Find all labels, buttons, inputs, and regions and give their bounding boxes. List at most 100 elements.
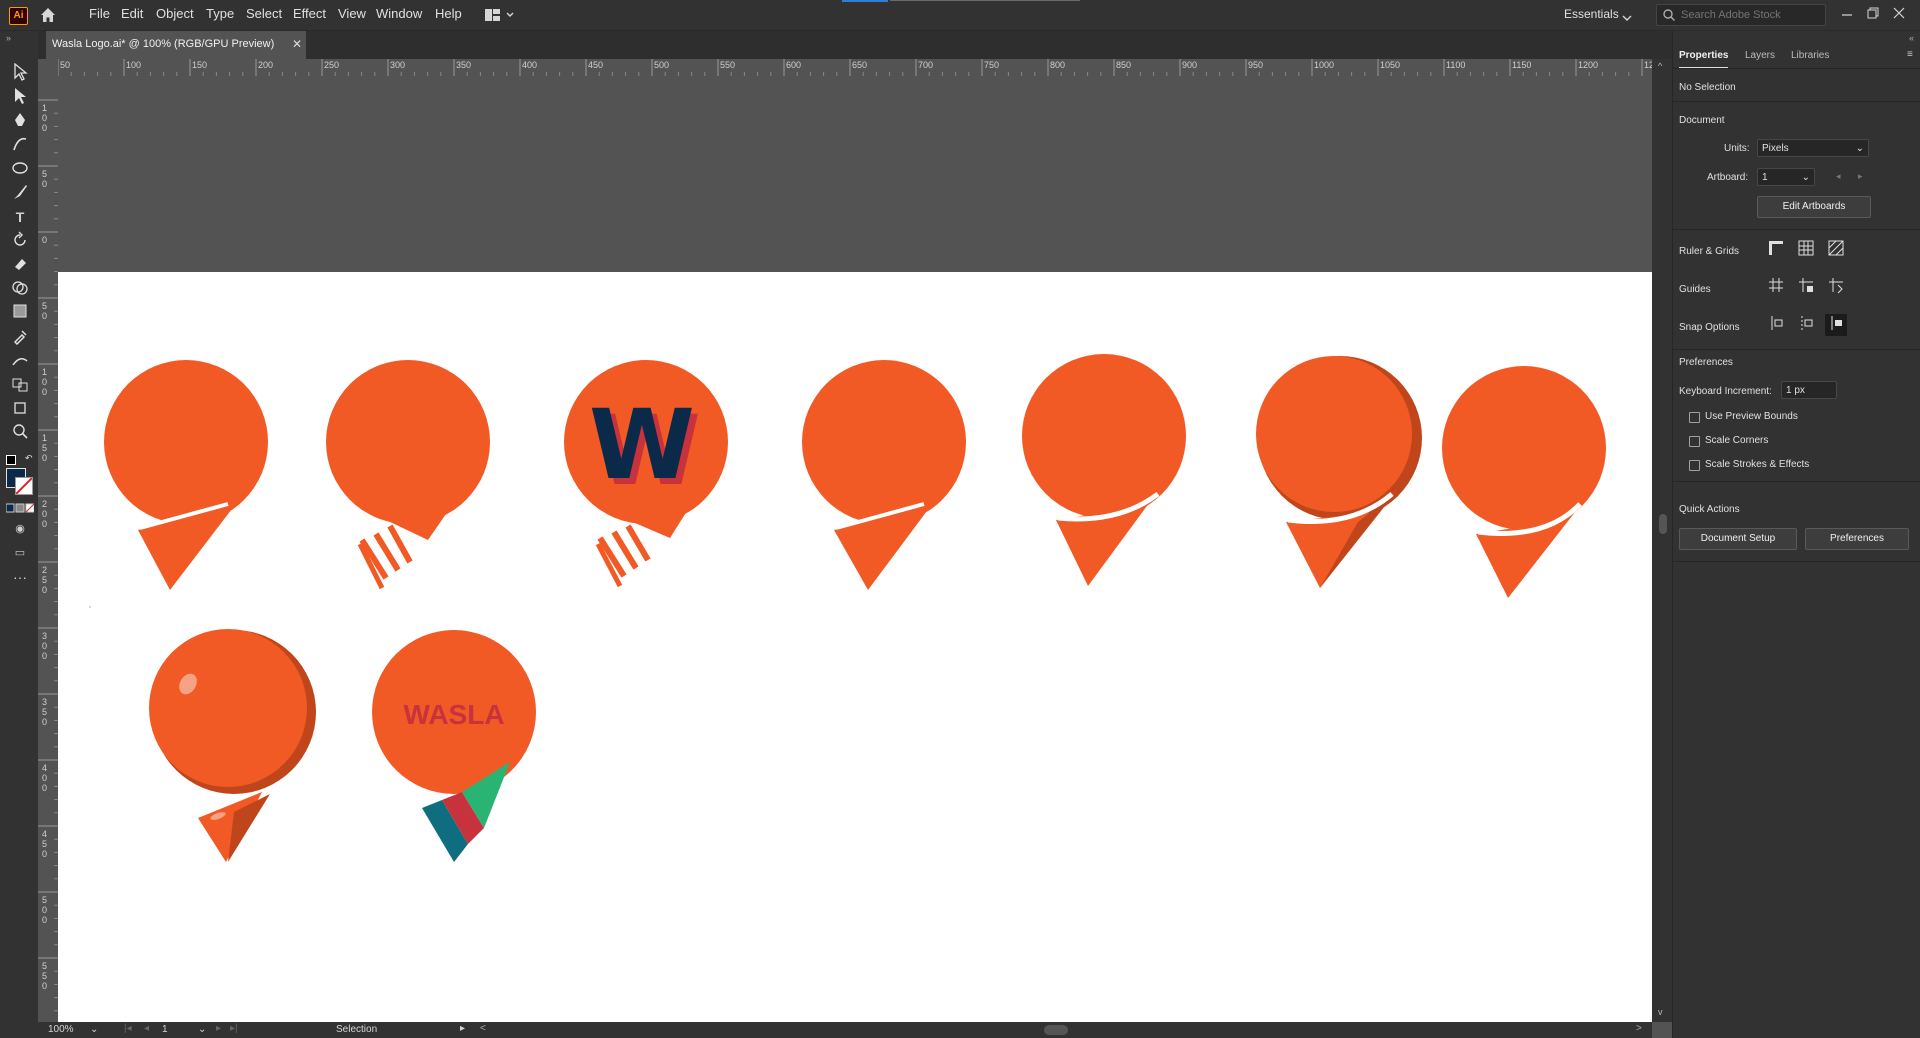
menu-help[interactable]: Help [435, 0, 462, 30]
logo-variant-9[interactable]: WASLA [372, 630, 536, 862]
artboard-number-field[interactable]: 1 ⌄ [156, 1023, 208, 1037]
logo-variant-5[interactable] [1022, 354, 1186, 586]
rotate-tool-icon[interactable] [9, 231, 31, 251]
menu-edit[interactable]: Edit [121, 0, 143, 30]
minimize-icon[interactable] [1840, 8, 1854, 22]
menu-type[interactable]: Type [206, 0, 234, 30]
color-mode-icons[interactable] [5, 500, 35, 513]
smart-guides-icon[interactable] [1825, 276, 1847, 298]
ruler-tick-label: 0 [42, 509, 47, 519]
snap-to-point-icon[interactable] [1765, 314, 1787, 336]
scale-strokes-label: Scale Strokes & Effects [1705, 459, 1810, 470]
use-preview-bounds-checkbox[interactable] [1689, 412, 1700, 423]
workspace-switcher[interactable]: Essentials [1564, 0, 1619, 30]
shape-builder-tool-icon[interactable] [9, 279, 31, 299]
last-artboard-icon[interactable]: ▸| [230, 1023, 238, 1034]
grid-icon[interactable] [1795, 239, 1817, 261]
menu-select[interactable]: Select [246, 0, 282, 30]
artboard-select[interactable]: 1 ⌄ [1757, 168, 1815, 186]
ellipse-tool-icon[interactable] [9, 159, 31, 179]
show-guides-icon[interactable] [1765, 276, 1787, 298]
keyboard-increment-field[interactable]: 1 px [1781, 381, 1837, 399]
scale-strokes-checkbox[interactable] [1689, 460, 1700, 471]
status-menu-arrow-icon[interactable]: ▸ [460, 1023, 465, 1034]
menu-view[interactable]: View [338, 0, 366, 30]
next-artboard-nav-icon[interactable]: ▸ [216, 1023, 221, 1034]
screen-mode-icon[interactable]: ▭ [9, 543, 31, 563]
paintbrush-tool-icon[interactable] [9, 183, 31, 203]
ruler-tick-label: 0 [42, 113, 47, 123]
logo-variant-2[interactable] [326, 360, 490, 590]
swap-colors-icon[interactable]: ↶ [25, 453, 35, 463]
logo-variant-3[interactable]: W W [564, 360, 728, 588]
logo-variant-6[interactable] [1256, 356, 1422, 588]
collapse-arrows-icon[interactable]: » [6, 33, 20, 43]
artboard[interactable]: W W WASLA [58, 272, 1652, 1022]
snap-to-pixel-icon[interactable] [1795, 314, 1817, 336]
scroll-left-icon[interactable]: < [480, 1023, 486, 1034]
chevron-down-icon[interactable] [1622, 10, 1632, 21]
vertical-scroll-thumb[interactable] [1659, 514, 1667, 534]
ruler-tick-label: 1050 [1380, 60, 1400, 70]
snap-to-glyph-icon[interactable] [1825, 314, 1847, 336]
logo-variant-1[interactable] [104, 360, 268, 590]
close-icon[interactable] [1892, 6, 1906, 20]
eraser-tool-icon[interactable] [9, 255, 31, 275]
blend-tool-icon[interactable] [9, 351, 31, 371]
type-tool-icon[interactable]: T [9, 207, 31, 227]
vertical-scrollbar[interactable]: ^ v [1652, 59, 1672, 1022]
menu-file[interactable]: File [89, 0, 110, 30]
eyedropper-tool-icon[interactable] [9, 327, 31, 347]
scroll-right-icon[interactable]: > [1636, 1023, 1642, 1034]
document-setup-button[interactable]: Document Setup [1679, 528, 1797, 550]
tab-layers[interactable]: Layers [1745, 45, 1775, 67]
ruler-tick-label: 0 [42, 123, 47, 133]
home-icon[interactable] [38, 5, 58, 25]
preferences-button[interactable]: Preferences [1805, 528, 1909, 550]
more-tools-icon[interactable]: ··· [9, 567, 31, 587]
zoom-tool-icon[interactable] [9, 423, 31, 443]
selection-tool-icon[interactable] [9, 62, 31, 83]
scroll-down-icon[interactable]: v [1658, 1007, 1663, 1017]
direct-selection-tool-icon[interactable] [9, 87, 31, 107]
next-artboard-icon[interactable]: ▸ [1858, 171, 1863, 182]
current-tool-status[interactable]: Selection [336, 1024, 377, 1035]
search-adobe-stock[interactable] [1656, 4, 1826, 26]
panel-menu-icon[interactable]: ≡ [1907, 49, 1913, 60]
symbol-sprayer-tool-icon[interactable] [9, 375, 31, 395]
units-select[interactable]: Pixels ⌄ [1757, 139, 1869, 157]
logo-variant-7[interactable] [1442, 366, 1606, 598]
transparency-grid-icon[interactable] [1825, 239, 1847, 261]
arrange-documents-icon[interactable] [484, 7, 516, 23]
artboard-tool-icon[interactable] [9, 399, 31, 419]
curvature-tool-icon[interactable] [9, 135, 31, 155]
menu-window[interactable]: Window [376, 0, 422, 30]
horizontal-scroll-thumb[interactable] [1044, 1025, 1068, 1035]
scale-corners-checkbox[interactable] [1689, 436, 1700, 447]
lock-guides-icon[interactable] [1795, 276, 1817, 298]
menu-object[interactable]: Object [156, 0, 194, 30]
gradient-tool-icon[interactable] [9, 303, 31, 323]
previous-artboard-icon[interactable]: ◂ [1836, 171, 1841, 182]
use-preview-bounds-label: Use Preview Bounds [1705, 411, 1798, 422]
logo-variant-8[interactable] [149, 629, 316, 862]
pen-tool-icon[interactable] [9, 111, 31, 131]
panel-collapse-icon[interactable]: « [1909, 33, 1914, 43]
logo-variant-4[interactable] [802, 360, 966, 590]
edit-artboards-button[interactable]: Edit Artboards [1757, 196, 1871, 218]
restore-icon[interactable] [1866, 6, 1880, 20]
default-colors-icon[interactable] [6, 455, 16, 465]
drawing-modes-icon[interactable]: ◉ [9, 519, 31, 539]
rulers-icon[interactable] [1765, 239, 1787, 261]
menu-effect[interactable]: Effect [293, 0, 326, 30]
search-input[interactable] [1679, 6, 1823, 24]
document-tab[interactable]: Wasla Logo.ai* @ 100% (RGB/GPU Preview) … [46, 31, 306, 59]
first-artboard-icon[interactable]: |◂ [124, 1023, 132, 1034]
zoom-level-field[interactable]: 100% ⌄ [38, 1023, 100, 1037]
scroll-up-icon[interactable]: ^ [1658, 61, 1662, 71]
tab-properties[interactable]: Properties [1679, 45, 1729, 69]
previous-artboard-nav-icon[interactable]: ◂ [144, 1023, 149, 1034]
stroke-swatch[interactable] [15, 477, 33, 495]
close-tab-icon[interactable]: ✕ [292, 31, 302, 58]
tab-libraries[interactable]: Libraries [1791, 45, 1829, 67]
